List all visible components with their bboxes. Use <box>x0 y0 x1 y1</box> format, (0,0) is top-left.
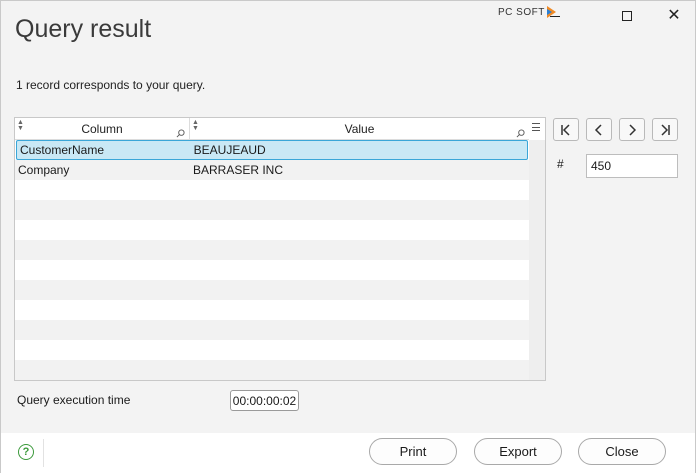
sort-icon[interactable]: ▲ ▼ <box>17 119 24 132</box>
print-button[interactable]: Print <box>369 438 457 465</box>
table-row[interactable]: Company BARRASER INC <box>15 160 529 180</box>
close-icon: ✕ <box>667 7 681 24</box>
chevron-right-icon <box>629 123 637 136</box>
query-result-window: PC SOFT ✕ Query result 1 record correspo… <box>0 0 696 473</box>
export-button-label: Export <box>499 444 537 459</box>
empty-row <box>15 180 529 200</box>
help-icon[interactable]: ? <box>18 444 34 460</box>
result-table[interactable]: ▲ ▼ Column ▲ ▼ Value CustomerName BEAUJE… <box>14 117 546 381</box>
empty-row <box>15 240 529 260</box>
minimize-button[interactable] <box>532 1 578 31</box>
cell-column: CustomerName <box>20 143 105 157</box>
print-button-label: Print <box>399 444 427 459</box>
window-close-button[interactable]: ✕ <box>651 1 696 31</box>
close-button-label: Close <box>605 444 639 459</box>
empty-row <box>15 340 529 360</box>
empty-row <box>15 260 529 280</box>
column-header-column[interactable]: ▲ ▼ Column <box>15 118 190 140</box>
minimize-icon <box>550 15 560 17</box>
table-rows: CustomerName BEAUJEAUD Company BARRASER … <box>15 140 529 380</box>
chevron-left-icon <box>594 123 602 136</box>
column-header-label: Column <box>81 122 123 136</box>
cell-value: BEAUJEAUD <box>193 143 266 157</box>
first-record-button[interactable] <box>553 118 579 141</box>
table-side-strip <box>529 140 545 380</box>
empty-row <box>15 200 529 220</box>
page-title: Query result <box>15 15 152 43</box>
next-record-button[interactable] <box>619 118 645 141</box>
column-header-label: Value <box>344 122 375 136</box>
first-record-icon <box>561 123 570 136</box>
footer-divider <box>43 439 44 467</box>
empty-row <box>15 320 529 340</box>
last-record-icon <box>661 123 670 136</box>
empty-row <box>15 300 529 320</box>
maximize-icon <box>622 11 632 21</box>
record-number-label: # <box>557 157 564 171</box>
empty-row <box>15 280 529 300</box>
last-record-button[interactable] <box>652 118 678 141</box>
sort-icon[interactable]: ▲ ▼ <box>192 119 199 132</box>
empty-row <box>15 360 529 380</box>
search-icon[interactable] <box>176 129 185 138</box>
close-button[interactable]: Close <box>578 438 666 465</box>
maximize-button[interactable] <box>604 1 650 31</box>
execution-time-value: 00:00:00:02 <box>230 390 299 411</box>
record-number-input[interactable] <box>586 154 678 178</box>
execution-time-label: Query execution time <box>17 393 131 407</box>
column-header-value[interactable]: ▲ ▼ Value <box>190 118 529 140</box>
empty-row <box>15 220 529 240</box>
table-row[interactable]: CustomerName BEAUJEAUD <box>16 140 528 160</box>
footer-bar: ? Print Export Close <box>1 433 695 473</box>
result-count-text: 1 record corresponds to your query. <box>16 78 206 92</box>
cell-column: Company <box>18 163 70 177</box>
cell-value: BARRASER INC <box>193 163 284 177</box>
table-header: ▲ ▼ Column ▲ ▼ Value <box>15 118 529 140</box>
previous-record-button[interactable] <box>586 118 612 141</box>
search-icon[interactable] <box>516 129 525 138</box>
export-button[interactable]: Export <box>474 438 562 465</box>
table-menu-icon[interactable] <box>531 122 541 132</box>
